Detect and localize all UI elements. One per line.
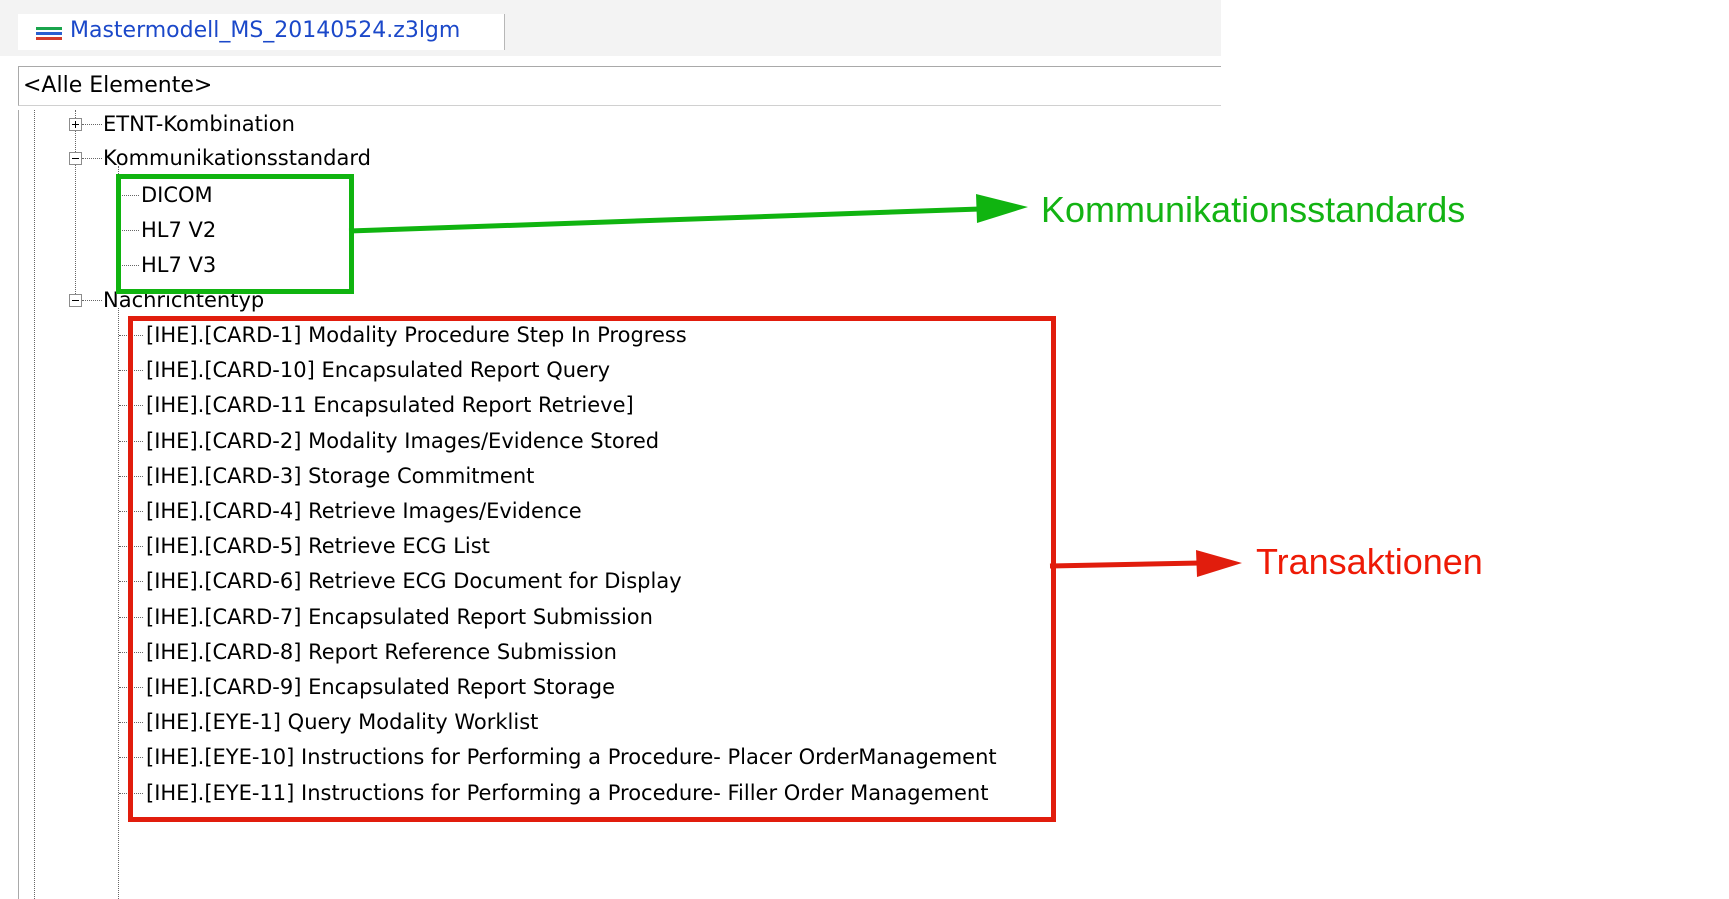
annotation-transaktionen: Transaktionen (1256, 541, 1483, 582)
annotation-arrows (348, 194, 1242, 577)
annotation-kommunikationsstandards: Kommunikationsstandards (1041, 189, 1466, 230)
green-arrow (348, 194, 1028, 234)
red-arrow (1049, 550, 1242, 577)
